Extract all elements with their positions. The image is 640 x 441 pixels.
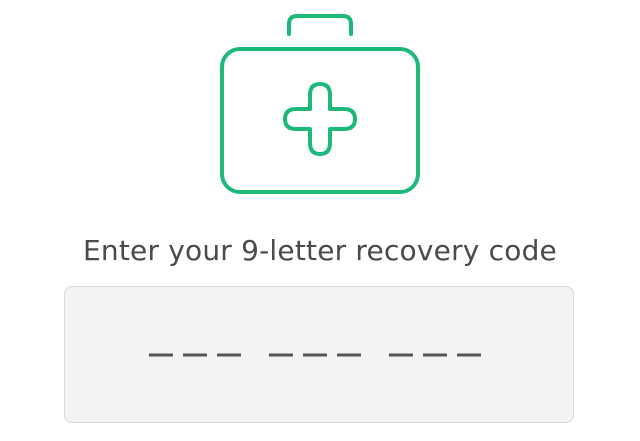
- recovery-code-input[interactable]: [65, 287, 573, 422]
- page-title: Enter your 9-letter recovery code: [83, 234, 557, 267]
- first-aid-kit-icon: [220, 14, 420, 194]
- recovery-code-screen: Enter your 9-letter recovery code: [0, 0, 640, 441]
- recovery-code-field[interactable]: [64, 286, 574, 423]
